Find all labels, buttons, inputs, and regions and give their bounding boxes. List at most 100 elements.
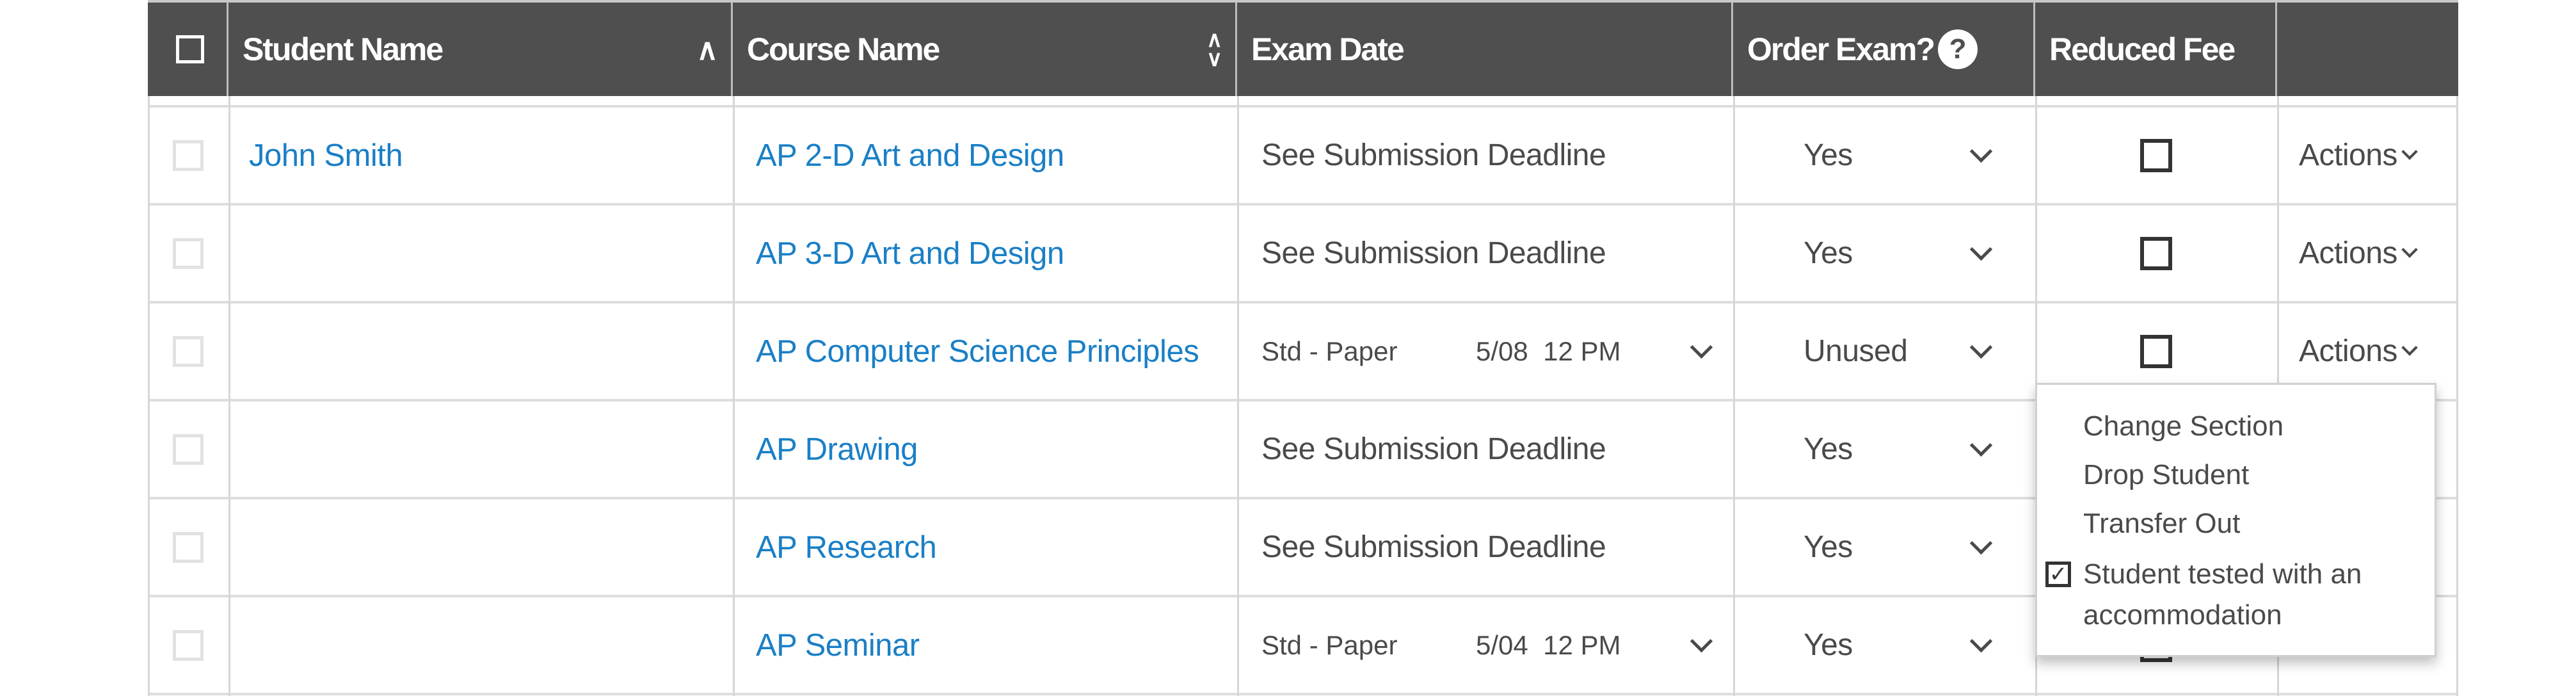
row-checkbox[interactable] [173, 336, 204, 367]
table-row: AP 3-D Art and Design See Submission Dea… [148, 206, 2458, 303]
row-select-cell [148, 303, 228, 399]
order-exam-select[interactable]: Yes [1804, 432, 2035, 467]
order-exam-value: Yes [1804, 432, 1853, 466]
row-checkbox[interactable] [173, 140, 204, 171]
course-cell: AP Drawing [733, 401, 1237, 497]
exam-date-text: See Submission Deadline [1261, 138, 1606, 172]
exam-type: Std - Paper [1261, 336, 1398, 366]
chevron-down-icon [1969, 629, 1993, 653]
header-select-all-cell [148, 3, 228, 96]
menu-item-change-section[interactable]: Change Section [2083, 410, 2284, 442]
row-select-cell [148, 597, 228, 693]
course-link[interactable]: AP Drawing [756, 432, 918, 467]
help-icon[interactable]: ? [1938, 29, 1978, 69]
order-exam-select[interactable]: Yes [1804, 236, 2035, 271]
course-cell: AP 3-D Art and Design [733, 206, 1237, 301]
actions-button[interactable]: Actions [2299, 236, 2418, 271]
reduced-fee-cell [2035, 108, 2277, 203]
course-cell: AP 2-D Art and Design [733, 108, 1237, 203]
chevron-down-icon [1690, 336, 1713, 359]
course-link[interactable]: AP 3-D Art and Design [756, 236, 1064, 271]
order-exam-value: Yes [1804, 138, 1853, 172]
exam-date-select[interactable]: Std - Paper 5/04 12 PM [1261, 630, 1733, 661]
course-cell: AP Research [733, 499, 1237, 595]
chevron-down-icon [1969, 140, 1993, 163]
order-exam-select[interactable]: Unused [1804, 334, 2035, 369]
order-exam-cell: Yes [1733, 401, 2035, 497]
header-student-name-label: Student Name [243, 31, 444, 67]
reduced-fee-cell [2035, 206, 2277, 301]
header-order-exam: Order Exam? ? [1733, 3, 2035, 96]
menu-item-drop-student[interactable]: Drop Student [2083, 459, 2249, 491]
header-actions [2277, 3, 2458, 96]
chevron-down-icon [1969, 531, 1993, 555]
exam-day-time: 5/04 12 PM [1476, 629, 1621, 660]
exam-date-cell: See Submission Deadline [1237, 206, 1733, 301]
header-course-name-label: Course Name [747, 31, 940, 67]
row-checkbox[interactable] [173, 238, 204, 269]
actions-cell: Actions [2277, 206, 2458, 301]
reduced-fee-checkbox[interactable] [2140, 334, 2172, 368]
column-divider [148, 96, 150, 696]
course-cell: AP Seminar [733, 597, 1237, 693]
course-link[interactable]: AP Research [756, 530, 937, 565]
row-checkbox[interactable] [173, 531, 204, 563]
exam-date-cell: See Submission Deadline [1237, 499, 1733, 595]
actions-label: Actions [2299, 138, 2397, 172]
exam-date-text: See Submission Deadline [1261, 530, 1606, 564]
sort-both-icon[interactable]: ∧ ∨ [1206, 29, 1222, 70]
order-exam-select[interactable]: Yes [1804, 530, 2035, 565]
chevron-down-icon [1969, 433, 1993, 457]
student-name-cell: John Smith [230, 108, 733, 203]
chevron-down-icon [2401, 339, 2418, 356]
exam-date-cell: See Submission Deadline [1237, 401, 1733, 497]
header-student-name[interactable]: Student Name ∧ [228, 3, 733, 96]
exam-type: Std - Paper [1261, 629, 1398, 660]
order-exam-cell: Yes [1733, 108, 2035, 203]
header-course-name[interactable]: Course Name ∧ ∨ [733, 3, 1237, 96]
reduced-fee-checkbox[interactable] [2140, 236, 2172, 270]
menu-item-tested-with-accommodation[interactable]: Student tested with an accommodation [2083, 554, 2362, 636]
column-divider [733, 96, 735, 696]
actions-cell: Actions [2277, 108, 2458, 203]
column-divider [1733, 96, 1735, 696]
header-order-exam-label: Order Exam? [1747, 31, 1935, 67]
actions-button[interactable]: Actions [2299, 334, 2418, 369]
actions-label: Actions [2299, 334, 2397, 368]
course-link[interactable]: AP Computer Science Principles [756, 334, 1199, 369]
menu-item-transfer-out[interactable]: Transfer Out [2083, 508, 2240, 540]
order-exam-value: Yes [1804, 628, 1853, 662]
student-name-link[interactable]: John Smith [249, 138, 403, 174]
order-exam-value: Yes [1804, 530, 1853, 564]
chevron-down-icon [1690, 629, 1713, 653]
select-all-checkbox[interactable] [175, 35, 204, 63]
exam-date-cell: Std - Paper 5/04 12 PM [1237, 597, 1733, 693]
reduced-fee-checkbox[interactable] [2140, 138, 2172, 172]
row-select-cell [148, 401, 228, 497]
course-cell: AP Computer Science Principles [733, 303, 1237, 399]
actions-label: Actions [2299, 236, 2397, 270]
order-exam-cell: Yes [1733, 597, 2035, 693]
course-link[interactable]: AP Seminar [756, 627, 920, 663]
exam-day-time: 5/08 12 PM [1476, 336, 1621, 366]
sort-ascending-icon[interactable]: ∧ [696, 32, 718, 67]
header-reduced-fee-label: Reduced Fee [2049, 31, 2236, 67]
checkmark-icon: ✓ [2049, 562, 2068, 587]
chevron-down-icon [1969, 336, 1993, 359]
row-select-cell [148, 499, 228, 595]
row-checkbox[interactable] [173, 433, 204, 465]
order-exam-select[interactable]: Yes [1804, 627, 2035, 663]
accommodation-checkbox[interactable]: ✓ [2045, 562, 2071, 587]
actions-button[interactable]: Actions [2299, 138, 2418, 173]
row-select-cell [148, 108, 228, 203]
exam-date-select[interactable]: Std - Paper 5/08 12 PM [1261, 336, 1733, 367]
order-exam-select[interactable]: Yes [1804, 138, 2035, 173]
menu-item-accommodation-line2: accommodation [2083, 599, 2282, 631]
header-spacer [148, 96, 2458, 108]
course-link[interactable]: AP 2-D Art and Design [756, 138, 1064, 174]
row-checkbox[interactable] [173, 629, 204, 661]
exam-date-text: See Submission Deadline [1261, 236, 1606, 270]
header-exam-date: Exam Date [1237, 3, 1733, 96]
order-exam-cell: Yes [1733, 206, 2035, 301]
row-select-cell [148, 206, 228, 301]
